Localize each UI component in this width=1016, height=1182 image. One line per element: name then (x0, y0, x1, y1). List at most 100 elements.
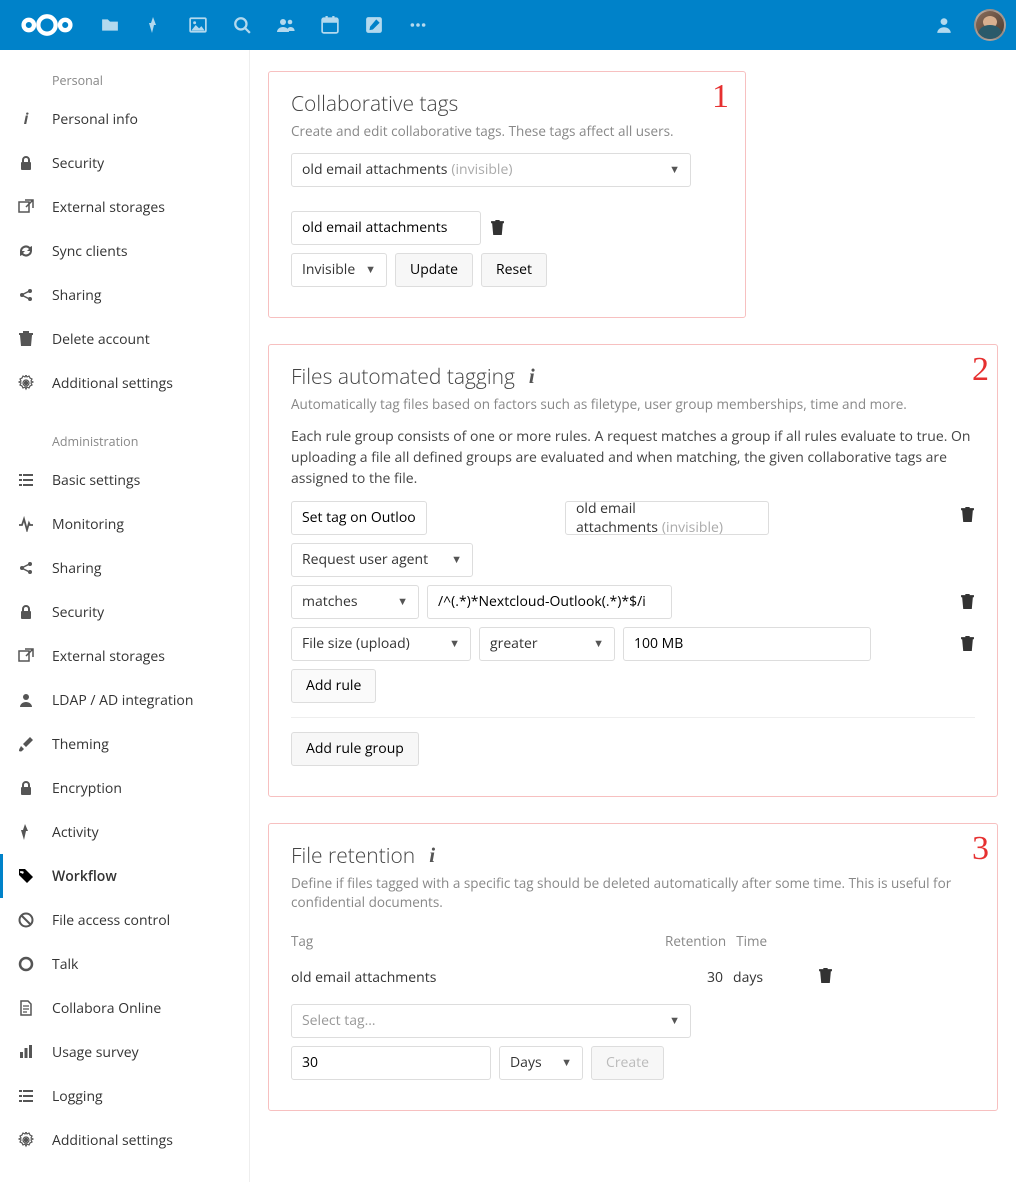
rule-group-name-input[interactable] (291, 501, 427, 535)
notes-icon[interactable] (352, 0, 396, 50)
annotation-number: 1 (712, 78, 729, 116)
list-icon (18, 472, 34, 488)
rule-value-input[interactable] (623, 627, 871, 661)
trash-icon (18, 331, 34, 347)
sidebar-item-label: File access control (52, 911, 170, 930)
tag-icon (18, 868, 34, 884)
sidebar-item-ldap-ad-integration[interactable]: LDAP / AD integration (0, 678, 249, 722)
activity-icon[interactable] (132, 0, 176, 50)
sidebar-item-label: Delete account (52, 330, 150, 349)
user-avatar[interactable] (974, 9, 1006, 41)
app-logo[interactable] (20, 12, 74, 38)
sidebar-item-external-storages[interactable]: External storages (0, 634, 249, 678)
calendar-icon[interactable] (308, 0, 352, 50)
sidebar-item-label: Theming (52, 735, 109, 754)
sidebar-item-sync-clients[interactable]: Sync clients (0, 229, 249, 273)
sidebar-item-logging[interactable]: Logging (0, 1074, 249, 1118)
retention-tag-select[interactable]: Select tag… ▼ (291, 1004, 691, 1038)
visibility-select[interactable]: Invisible ▼ (291, 253, 387, 287)
files-icon[interactable] (88, 0, 132, 50)
retention-amount-input[interactable] (291, 1046, 491, 1080)
more-apps-icon[interactable] (396, 0, 440, 50)
retention-unit-select[interactable]: Days▼ (499, 1046, 583, 1080)
info-icon[interactable]: i (529, 364, 535, 389)
delete-tag-icon[interactable] (489, 220, 505, 235)
sidebar-item-label: Workflow (52, 867, 117, 886)
search-nav-icon[interactable] (220, 0, 264, 50)
sidebar-item-personal-info[interactable]: iPersonal info (0, 97, 249, 141)
sidebar-item-usage-survey[interactable]: Usage survey (0, 1030, 249, 1074)
sidebar-item-label: Sync clients (52, 242, 128, 261)
sidebar-item-external-storages[interactable]: External storages (0, 185, 249, 229)
delete-rule-icon[interactable] (959, 594, 975, 609)
panel-subtitle: Automatically tag files based on factors… (291, 395, 975, 414)
sidebar-item-label: Logging (52, 1087, 103, 1106)
rule-field-select[interactable]: File size (upload)▼ (291, 627, 471, 661)
sidebar-item-additional-settings[interactable]: Additional settings (0, 361, 249, 405)
rule-field-select[interactable]: Request user agent ▼ (291, 543, 473, 577)
collaborative-tags-panel: 1 Collaborative tags Create and edit col… (268, 71, 746, 318)
rule-operator-select[interactable]: matches▼ (291, 585, 419, 619)
sidebar-item-basic-settings[interactable]: Basic settings (0, 458, 249, 502)
sidebar-item-security[interactable]: Security (0, 590, 249, 634)
gallery-icon[interactable] (176, 0, 220, 50)
sidebar-item-label: Usage survey (52, 1043, 139, 1062)
sidebar-item-activity[interactable]: Activity (0, 810, 249, 854)
sidebar-item-security[interactable]: Security (0, 141, 249, 185)
chevron-down-icon: ▼ (593, 636, 604, 651)
contacts-icon[interactable] (264, 0, 308, 50)
sidebar-item-delete-account[interactable]: Delete account (0, 317, 249, 361)
chevron-down-icon: ▼ (669, 162, 680, 177)
sidebar-item-collabora-online[interactable]: Collabora Online (0, 986, 249, 1030)
select-placeholder: Select tag… (302, 1011, 376, 1030)
brush-icon (18, 736, 34, 752)
delete-rule-icon[interactable] (959, 636, 975, 651)
user-icon (18, 692, 34, 708)
chevron-down-icon: ▼ (365, 262, 376, 277)
sidebar-item-label: Talk (52, 955, 78, 974)
retention-table-header: Tag Retention Time (291, 924, 861, 958)
create-button[interactable]: Create (591, 1046, 664, 1080)
annotation-number: 2 (972, 351, 989, 389)
rule-value-input[interactable] (427, 585, 672, 619)
retention-tag: old email attachments (291, 968, 665, 987)
visibility-value: Invisible (302, 260, 355, 279)
sidebar-item-label: Encryption (52, 779, 122, 798)
gear-icon (18, 375, 34, 391)
sidebar-item-theming[interactable]: Theming (0, 722, 249, 766)
gear-icon (18, 1132, 34, 1148)
sidebar-item-sharing[interactable]: Sharing (0, 546, 249, 590)
add-rule-button[interactable]: Add rule (291, 669, 376, 703)
sidebar-item-encryption[interactable]: Encryption (0, 766, 249, 810)
sidebar-item-monitoring[interactable]: Monitoring (0, 502, 249, 546)
col-time: Time (736, 932, 820, 950)
contacts-menu-icon[interactable] (922, 0, 966, 50)
tag-select[interactable]: old email attachments(invisible) ▼ (291, 153, 691, 187)
sidebar-item-label: Additional settings (52, 374, 173, 393)
chevron-down-icon: ▼ (397, 594, 408, 609)
update-button[interactable]: Update (395, 253, 473, 287)
sidebar-item-label: External storages (52, 198, 165, 217)
rule-group-tag-select[interactable]: old email attachments(invisible) (565, 501, 769, 535)
delete-retention-icon[interactable] (817, 968, 833, 983)
sidebar-item-label: Activity (52, 823, 99, 842)
talk-icon (18, 956, 34, 972)
file-retention-panel: 3 File retention i Define if files tagge… (268, 823, 998, 1111)
sidebar-item-file-access-control[interactable]: File access control (0, 898, 249, 942)
sidebar-item-workflow[interactable]: Workflow (0, 854, 249, 898)
sidebar-item-talk[interactable]: Talk (0, 942, 249, 986)
tag-name-input[interactable] (291, 211, 481, 245)
add-rule-group-button[interactable]: Add rule group (291, 732, 419, 766)
rule-operator-select[interactable]: greater▼ (479, 627, 615, 661)
sidebar-item-label: Monitoring (52, 515, 124, 534)
sidebar-item-label: Additional settings (52, 1131, 173, 1150)
delete-rule-group-icon[interactable] (959, 507, 975, 522)
reset-button[interactable]: Reset (481, 253, 547, 287)
sidebar-item-sharing[interactable]: Sharing (0, 273, 249, 317)
settings-content: 1 Collaborative tags Create and edit col… (250, 50, 1016, 1182)
info-icon[interactable]: i (429, 843, 435, 868)
sync-icon (18, 243, 34, 259)
sidebar-item-additional-settings[interactable]: Additional settings (0, 1118, 249, 1162)
lock-icon (18, 780, 34, 796)
panel-subtitle: Create and edit collaborative tags. Thes… (291, 122, 723, 141)
